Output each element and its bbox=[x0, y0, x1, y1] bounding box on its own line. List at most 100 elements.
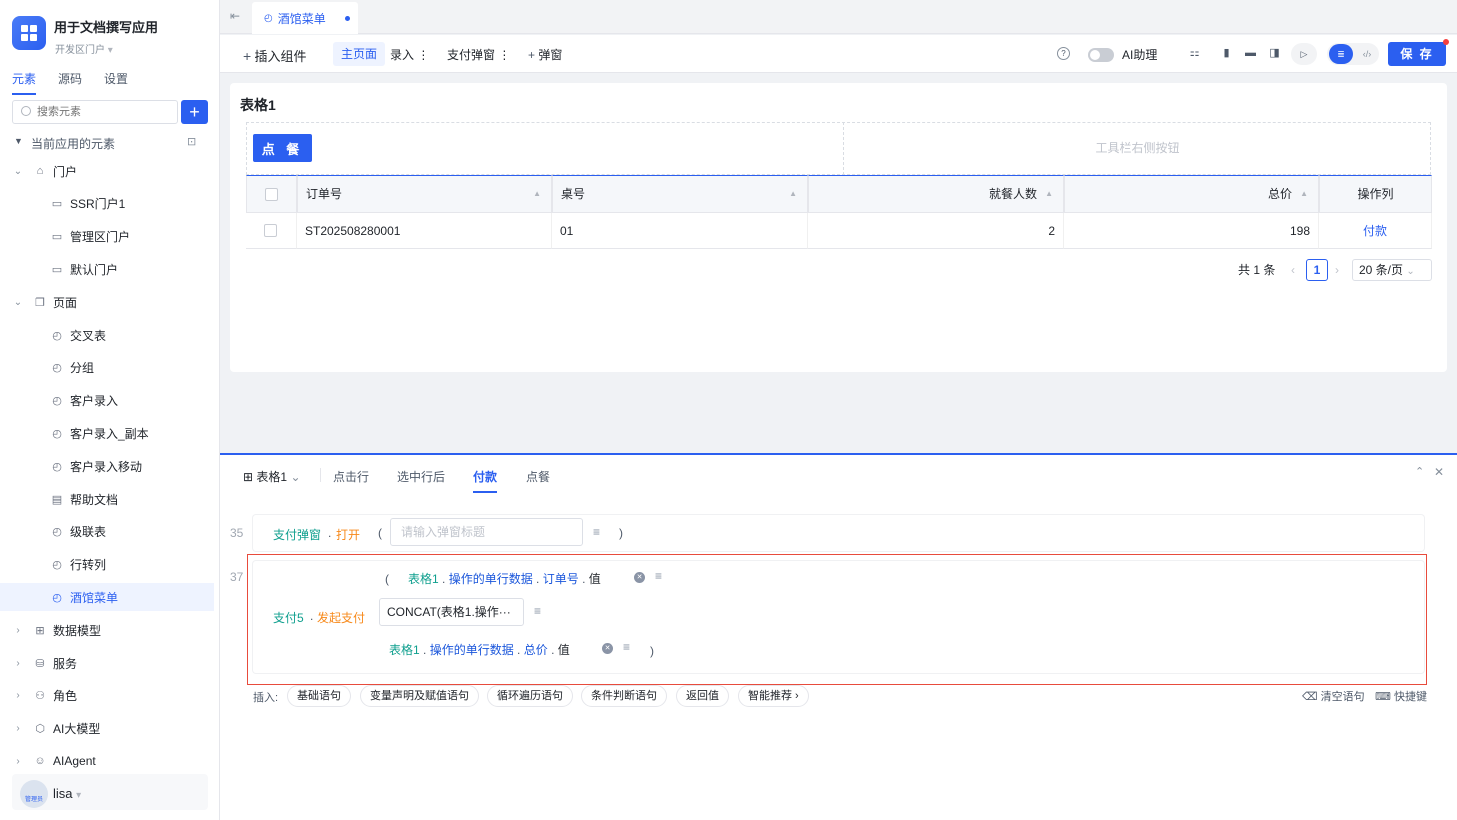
main-page-button[interactable]: 主页面 bbox=[333, 42, 386, 66]
sidebar-item[interactable]: ◴ 交叉表 bbox=[0, 321, 214, 349]
save-button[interactable]: 保 存 bbox=[1388, 42, 1446, 66]
collapse-up-icon[interactable]: ⌃ bbox=[1415, 465, 1424, 478]
tab-elements[interactable]: 元素 bbox=[12, 70, 37, 95]
toolbar-right-drop-zone[interactable]: 工具栏右侧按钮 bbox=[843, 122, 1431, 175]
column-header-order-no[interactable]: 订单号 ▲ bbox=[297, 175, 552, 213]
expression-menu-icon[interactable]: ≡ bbox=[534, 605, 545, 617]
page-number-button[interactable]: 1 bbox=[1306, 259, 1328, 281]
pay-link[interactable]: 付款 bbox=[1363, 224, 1387, 238]
insert-loop-statement-button[interactable]: 循环遍历语句 bbox=[487, 685, 573, 707]
sort-icon[interactable]: ▲ bbox=[1045, 176, 1053, 212]
sort-icon[interactable]: ▲ bbox=[533, 176, 541, 212]
expression-menu-icon[interactable]: ≡ bbox=[593, 526, 604, 538]
sidebar-item[interactable]: ⌄ ❐ 页面 bbox=[0, 288, 214, 316]
entry-menu[interactable]: 录入 ⋮ bbox=[390, 46, 429, 63]
insert-return-button[interactable]: 返回值 bbox=[676, 685, 729, 707]
sort-icon[interactable]: ▲ bbox=[1300, 176, 1308, 212]
sidebar-item[interactable]: ⌄ ⌂ 门户 bbox=[0, 157, 214, 185]
help-icon[interactable]: ? bbox=[1057, 47, 1070, 60]
collapse-arrow-icon[interactable]: ▼ bbox=[14, 136, 23, 146]
chevron-down-icon[interactable]: ⌄ bbox=[12, 166, 24, 177]
concat-expression-box[interactable]: CONCAT(表格1.操作··· bbox=[379, 598, 524, 626]
chevron-right-icon[interactable]: › bbox=[12, 723, 24, 734]
layout-left-icon[interactable]: ▮ bbox=[1220, 47, 1233, 60]
sidebar-item-label: AIAgent bbox=[53, 754, 96, 769]
clear-arg-icon[interactable]: ✕ bbox=[602, 643, 613, 654]
layout-icon[interactable]: ⊡ bbox=[187, 135, 196, 148]
tab-settings[interactable]: 设置 bbox=[104, 70, 128, 95]
clear-statements-button[interactable]: ⌫ 清空语句 bbox=[1302, 688, 1365, 704]
chevron-right-icon[interactable]: › bbox=[12, 625, 24, 636]
payment-object-token[interactable]: 支付5 bbox=[273, 609, 304, 626]
tab-after-select[interactable]: 选中行后 bbox=[397, 468, 445, 485]
tab-pay[interactable]: 付款 bbox=[473, 468, 498, 493]
sidebar-item[interactable]: ▭ 管理区门户 bbox=[0, 223, 214, 251]
popup-title-input[interactable]: 请输入弹窗标题 bbox=[390, 518, 583, 546]
select-all-checkbox[interactable] bbox=[265, 188, 278, 201]
prev-page-icon[interactable]: ‹ bbox=[1291, 259, 1295, 281]
sort-icon[interactable]: ▲ bbox=[789, 176, 797, 212]
row-checkbox[interactable] bbox=[264, 224, 277, 237]
add-element-button[interactable]: + bbox=[181, 100, 208, 124]
sidebar-item[interactable]: ◴ 客户录入_副本 bbox=[0, 419, 214, 447]
chevron-right-icon[interactable]: › bbox=[12, 756, 24, 767]
insert-basic-statement-button[interactable]: 基础语句 bbox=[287, 685, 351, 707]
sidebar-item[interactable]: › ⚇ 角色 bbox=[0, 682, 214, 710]
tab-source[interactable]: 源码 bbox=[58, 70, 82, 95]
expression-menu-icon[interactable]: ≡ bbox=[655, 570, 666, 582]
settings-icon[interactable]: ⚏ bbox=[1188, 47, 1201, 60]
sidebar-item[interactable]: ◴ 行转列 bbox=[0, 551, 214, 579]
preview-play-icon[interactable]: ▷ bbox=[1291, 43, 1317, 65]
shortcut-button[interactable]: ⌨ 快捷键 bbox=[1375, 688, 1427, 704]
pay-method-token[interactable]: 发起支付 bbox=[317, 609, 365, 626]
sidebar-item[interactable]: › ⛁ 服务 bbox=[0, 649, 214, 677]
insert-variable-statement-button[interactable]: 变量声明及赋值语句 bbox=[360, 685, 479, 707]
sidebar-item[interactable]: › ⊞ 数据模型 bbox=[0, 616, 214, 644]
code-mode-icon[interactable]: ‹/› bbox=[1358, 44, 1376, 64]
smart-recommend-button[interactable]: 智能推荐 › bbox=[738, 685, 809, 707]
sidebar-item[interactable]: ▭ SSR门户1 bbox=[0, 190, 214, 218]
sidebar-item[interactable]: ◴ 客户录入移动 bbox=[0, 452, 214, 480]
sidebar-item[interactable]: ▤ 帮助文档 bbox=[0, 485, 214, 513]
sidebar-item[interactable]: ◴ 酒馆菜单 bbox=[0, 583, 214, 612]
event-source-select[interactable]: ⊞ 表格1 ⌄ bbox=[243, 468, 301, 485]
chevron-down-icon[interactable]: ⌄ bbox=[12, 297, 24, 308]
user-menu[interactable]: lisa ▾ bbox=[53, 786, 81, 801]
close-icon[interactable]: ✕ bbox=[1434, 465, 1444, 479]
visual-mode-icon[interactable]: ≣ bbox=[1329, 44, 1353, 64]
pay-popup-menu[interactable]: 支付弹窗 ⋮ bbox=[447, 46, 510, 63]
layout-bottom-icon[interactable]: ▬ bbox=[1244, 47, 1257, 60]
sidebar-item[interactable]: › ⬡ AI大模型 bbox=[0, 715, 214, 743]
ai-assistant-toggle[interactable] bbox=[1088, 48, 1114, 62]
insert-condition-statement-button[interactable]: 条件判断语句 bbox=[581, 685, 667, 707]
tab-click-row[interactable]: 点击行 bbox=[333, 468, 369, 485]
next-page-icon[interactable]: › bbox=[1335, 259, 1339, 281]
arg3-expression[interactable]: 表格1 . 操作的单行数据 . 总价 . 值 bbox=[389, 641, 570, 658]
column-header-table-no[interactable]: 桌号 ▲ bbox=[552, 175, 808, 213]
tab-order[interactable]: 点餐 bbox=[526, 468, 550, 485]
order-button[interactable]: 点 餐 bbox=[253, 134, 312, 162]
column-header-label: 就餐人数 bbox=[988, 187, 1037, 201]
tab-tavern-menu[interactable]: ◴ 酒馆菜单 bbox=[252, 2, 358, 34]
sidebar-item[interactable]: ◴ 级联表 bbox=[0, 518, 214, 546]
chevron-right-icon[interactable]: › bbox=[12, 690, 24, 701]
expression-menu-icon[interactable]: ≡ bbox=[623, 641, 634, 653]
open-method-token[interactable]: 打开 bbox=[336, 526, 360, 543]
arg1-expression[interactable]: 表格1 . 操作的单行数据 . 订单号 . 值 bbox=[408, 570, 601, 587]
sidebar-item[interactable]: ◴ 客户录入 bbox=[0, 387, 214, 415]
sidebar-item[interactable]: ▭ 默认门户 bbox=[0, 255, 214, 283]
layout-right-icon[interactable]: ◨ bbox=[1268, 47, 1281, 60]
page-size-select[interactable]: 20 条/页 ⌄ bbox=[1352, 259, 1432, 281]
clear-arg-icon[interactable]: ✕ bbox=[634, 572, 645, 583]
sidebar-item[interactable]: ◴ 分组 bbox=[0, 354, 214, 382]
add-popup-button[interactable]: + 弹窗 bbox=[528, 46, 562, 63]
popup-object-token[interactable]: 支付弹窗 bbox=[273, 526, 321, 543]
search-input[interactable] bbox=[12, 100, 178, 124]
chevron-right-icon[interactable]: › bbox=[12, 658, 24, 669]
collapse-sidebar-icon[interactable]: ⇤ bbox=[230, 9, 240, 23]
column-header-diners[interactable]: 就餐人数 ▲ bbox=[808, 175, 1064, 213]
insert-component-button[interactable]: + 插入组件 bbox=[243, 46, 307, 65]
sidebar-item[interactable]: › ☺ AIAgent bbox=[0, 747, 214, 775]
app-subtitle-dropdown[interactable]: 开发区门户 ▾ bbox=[55, 41, 113, 56]
column-header-total[interactable]: 总价 ▲ bbox=[1064, 175, 1319, 213]
